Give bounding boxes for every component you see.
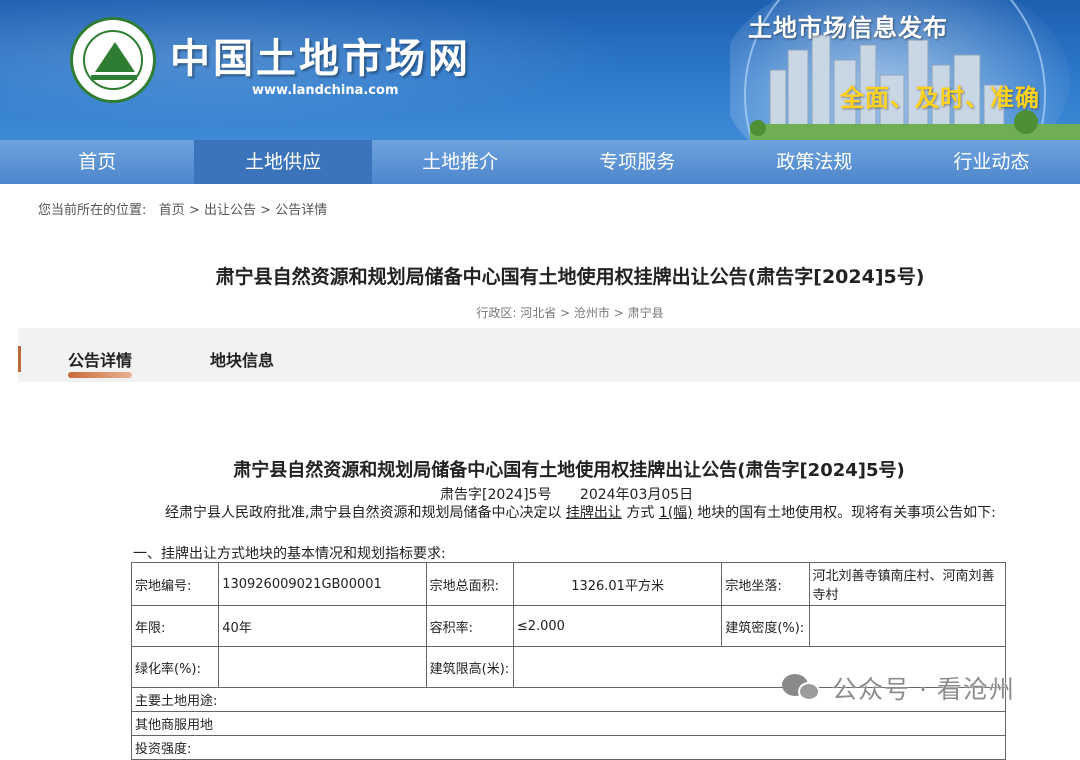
document-date: 2024年03月05日 — [579, 487, 694, 503]
region-path: 行政区: 河北省 > 沧州市 > 肃宁县 — [476, 306, 664, 320]
site-name: 中国土地市场网 — [170, 35, 471, 82]
region-province[interactable]: 河北省 — [520, 306, 556, 320]
density-value — [808, 605, 1006, 647]
partial-row-label: 投资强度: — [131, 735, 1006, 760]
banner-title: 土地市场信息发布 — [748, 14, 948, 42]
green-value — [218, 646, 427, 688]
wechat-icon — [782, 672, 822, 704]
breadcrumb: 您当前所在的位置: 首页 > 出让公告 > 公告详情 — [38, 199, 327, 218]
location-value: 河北刘善寺镇南庄村、河南刘善寺村 — [808, 562, 1006, 606]
section-heading: 一、挂牌出让方式地块的基本情况和规划指标要求: — [133, 546, 446, 562]
region-city[interactable]: 沧州市 — [574, 306, 610, 320]
banner-slogan: 全面、及时、准确 — [840, 84, 1040, 112]
tab-notice-details[interactable]: 公告详情 — [68, 347, 132, 371]
main-nav: 首页 土地供应 土地推介 专项服务 政策法规 行业动态 — [0, 140, 1080, 184]
term-value: 40年 — [218, 605, 427, 647]
nav-item-land-promotion[interactable]: 土地推介 — [372, 140, 549, 184]
table-row: 宗地编号: 130926009021GB00001 宗地总面积: 1326.01… — [130, 562, 1006, 606]
term-label: 年限: — [130, 605, 220, 647]
parcel-no-label: 宗地编号: — [130, 562, 220, 606]
table-row: 年限: 40年 容积率: ≤2.000 建筑密度(%): — [130, 605, 1006, 647]
parcel-no-value: 130926009021GB00001 — [218, 562, 427, 606]
location-label: 宗地坐落: — [721, 562, 810, 606]
breadcrumb-separator: > — [260, 203, 272, 218]
site-header: 中国土地市场网 www.landchina.com 土地市场信息发布 全面、及时 — [0, 0, 1080, 140]
breadcrumb-notice-link[interactable]: 出让公告 — [204, 203, 256, 218]
area-label: 宗地总面积: — [425, 562, 514, 606]
nav-item-land-supply[interactable]: 土地供应 — [194, 140, 372, 184]
active-tab-indicator — [68, 372, 132, 378]
breadcrumb-separator: > — [188, 203, 200, 218]
logo-scale-icon — [95, 42, 135, 72]
page-title: 肃宁县自然资源和规划局储备中心国有土地使用权挂牌出让公告(肃告字[2024]5号… — [215, 266, 925, 288]
intro-text-3: 地块的国有土地使用权。现将有关事项公告如下: — [697, 505, 996, 521]
density-label: 建筑密度(%): — [721, 605, 810, 647]
intro-method: 挂牌出让 — [565, 505, 622, 521]
breadcrumb-current: 公告详情 — [275, 203, 328, 218]
far-value: ≤2.000 — [512, 605, 723, 647]
detail-tabs: 公告详情 地块信息 — [18, 328, 1080, 382]
area-value: 1326.01平方米 — [512, 562, 723, 606]
intro-text-2: 方式 — [626, 505, 655, 521]
document-number: 肃告字[2024]5号 — [440, 487, 552, 503]
height-label: 建筑限高(米): — [425, 646, 514, 688]
table-row: 投资强度: — [131, 735, 1006, 760]
green-label: 绿化率(%): — [130, 646, 220, 688]
nav-item-special-services[interactable]: 专项服务 — [549, 140, 726, 184]
nav-item-home[interactable]: 首页 — [0, 140, 194, 184]
tab-parcel-info[interactable]: 地块信息 — [210, 347, 274, 371]
region-county[interactable]: 肃宁县 — [628, 306, 664, 320]
far-label: 容积率: — [425, 605, 514, 647]
site-url: www.landchina.com — [252, 83, 399, 98]
breadcrumb-prefix: 您当前所在的位置: — [38, 203, 147, 218]
intro-count: 1(幅) — [658, 505, 693, 521]
tab-marker — [18, 346, 21, 372]
watermark: 公众号 · 看沧州 — [782, 670, 1015, 706]
parcel-table: 宗地编号: 130926009021GB00001 宗地总面积: 1326.01… — [130, 562, 1007, 760]
nav-item-industry-news[interactable]: 行业动态 — [903, 140, 1080, 184]
document-intro: 经肃宁县人民政府批准,肃宁县自然资源和规划局储备中心决定以 挂牌出让 方式 1(… — [133, 504, 1008, 523]
site-logo[interactable] — [70, 17, 156, 103]
breadcrumb-home-link[interactable]: 首页 — [159, 203, 185, 218]
region-label: 行政区: — [476, 306, 517, 320]
document-title: 肃宁县自然资源和规划局储备中心国有土地使用权挂牌出让公告(肃告字[2024]5号… — [233, 460, 905, 481]
watermark-text: 公众号 · 看沧州 — [832, 675, 1015, 704]
intro-text-1: 经肃宁县人民政府批准,肃宁县自然资源和规划局储备中心决定以 — [165, 505, 562, 521]
nav-item-policy-regulations[interactable]: 政策法规 — [726, 140, 903, 184]
document-meta: 肃告字[2024]5号 2024年03月05日 — [440, 484, 693, 504]
logo-bar — [91, 75, 137, 80]
wechat-bubble-small — [798, 682, 820, 701]
